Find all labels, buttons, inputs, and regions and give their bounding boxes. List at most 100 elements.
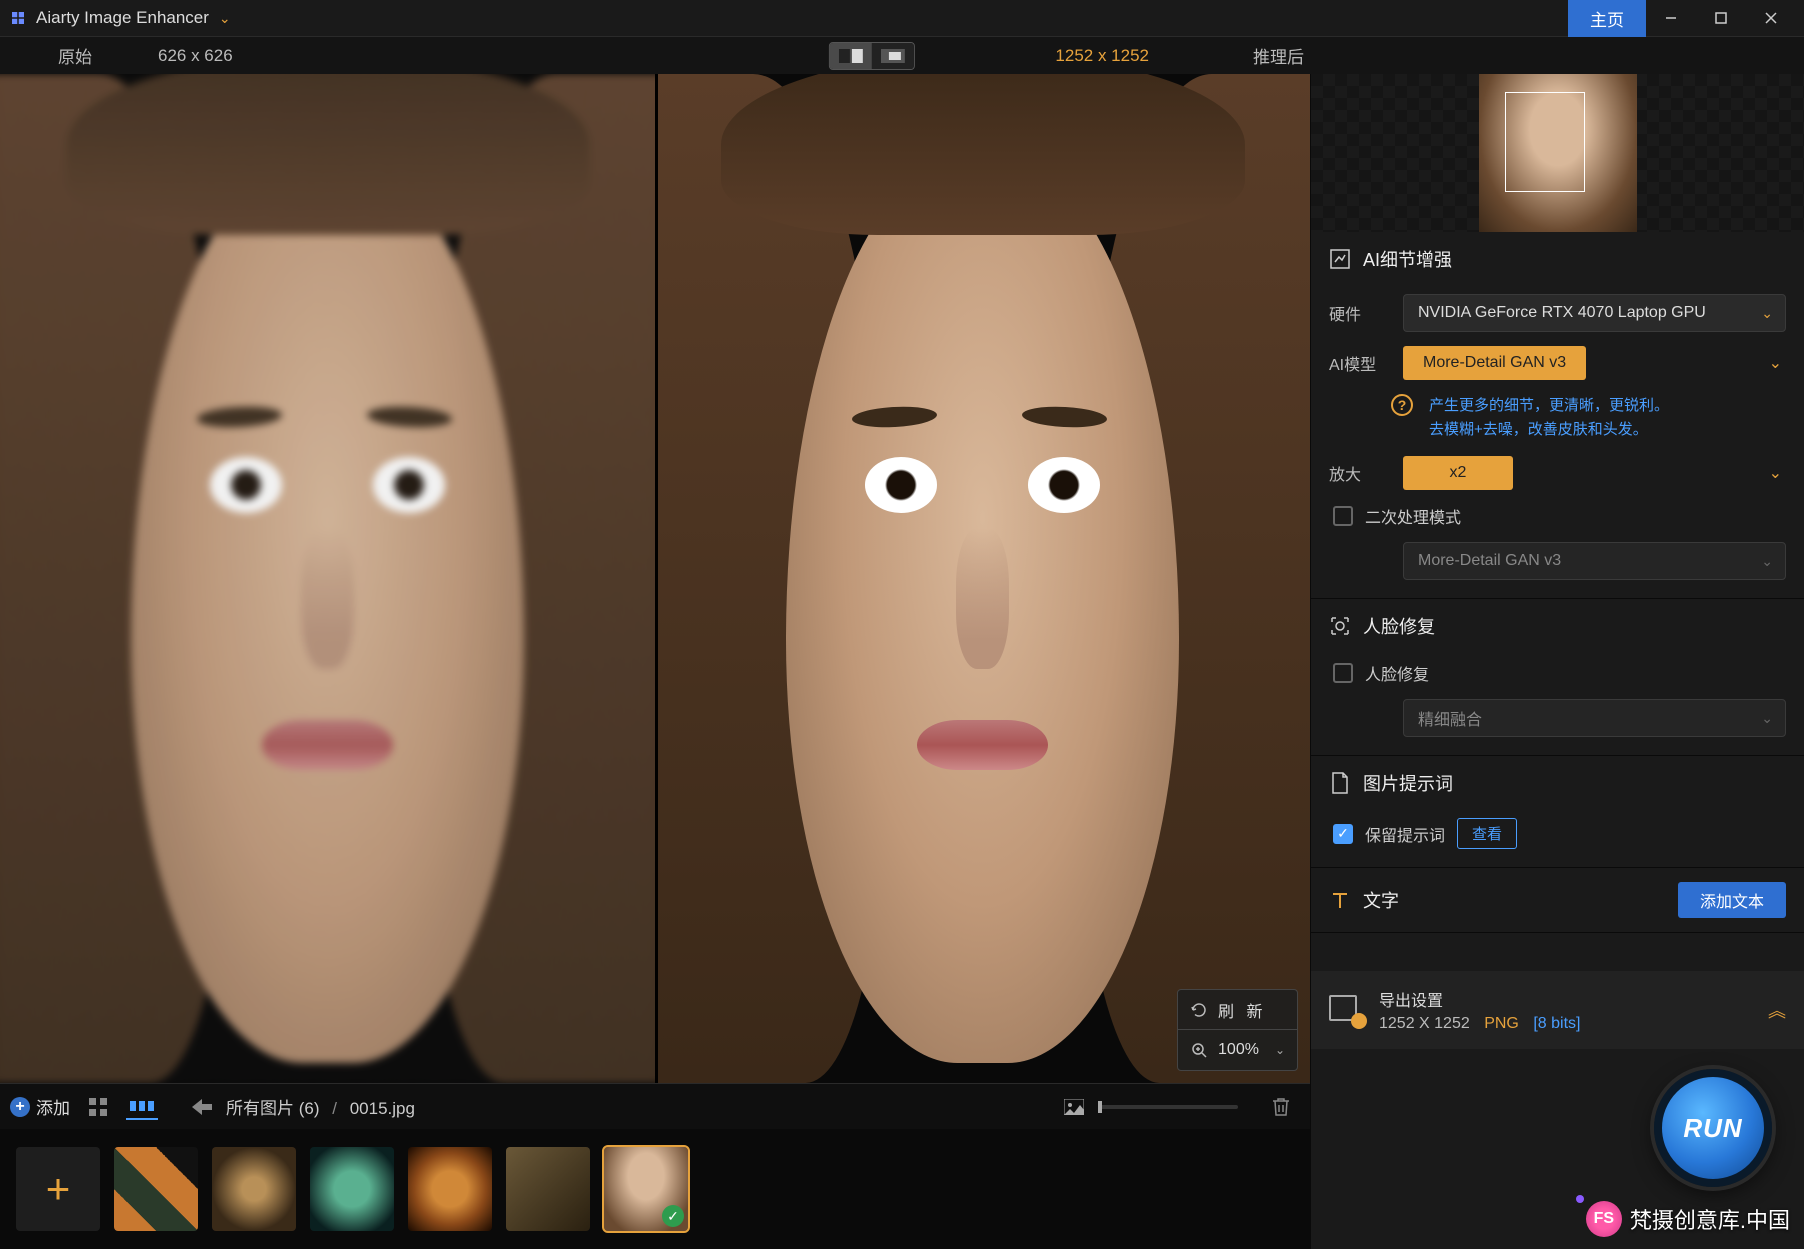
view-mode-toggle	[829, 42, 915, 70]
app-title: Aiarty Image Enhancer	[36, 8, 209, 28]
plus-icon: +	[46, 1165, 71, 1213]
back-icon[interactable]	[192, 1099, 212, 1115]
view-mode-split-icon[interactable]	[830, 43, 872, 69]
result-label: 推理后	[1253, 43, 1304, 68]
breadcrumb: 所有图片 (6) / 0015.jpg	[226, 1094, 415, 1119]
refresh-label: 刷 新	[1218, 998, 1266, 1022]
hardware-select[interactable]: NVIDIA GeForce RTX 4070 Laptop GPU ⌄	[1403, 294, 1786, 332]
secondary-process-checkbox[interactable]	[1333, 506, 1353, 526]
navigator-marquee[interactable]	[1505, 92, 1585, 192]
thumbnail-item[interactable]	[310, 1147, 394, 1231]
face-mode-value: 精细融合	[1418, 706, 1482, 730]
app-menu-caret-icon[interactable]: ⌄	[219, 10, 231, 27]
enhance-icon	[1329, 248, 1351, 270]
text-icon	[1329, 889, 1351, 911]
scale-label: 放大	[1329, 461, 1387, 485]
original-dimensions: 626 x 626	[150, 46, 233, 66]
run-label: RUN	[1683, 1113, 1742, 1144]
filmstrip-bar: + 添加 所有图片 (6) / 0015.jpg	[0, 1083, 1310, 1129]
view-mode-overlay-icon[interactable]	[872, 43, 914, 69]
add-image-button[interactable]: + 添加	[10, 1094, 70, 1119]
watermark-logo-icon: FS	[1586, 1201, 1622, 1237]
minimize-button[interactable]	[1646, 0, 1696, 36]
view-prompt-button[interactable]: 查看	[1457, 818, 1517, 849]
title-bar: Aiarty Image Enhancer ⌄ 主页	[0, 0, 1804, 36]
chevron-down-icon[interactable]: ⌄	[1769, 463, 1782, 483]
image-viewer: 刷 新 100% ⌄ + 添加	[0, 74, 1310, 1249]
face-restore-title: 人脸修复	[1363, 613, 1435, 639]
model-label: AI模型	[1329, 351, 1387, 375]
face-mode-select: 精细融合 ⌄	[1403, 699, 1786, 737]
compare-divider[interactable]	[655, 74, 658, 1083]
add-thumbnail-button[interactable]: +	[16, 1147, 100, 1231]
chevron-down-icon: ⌄	[1761, 305, 1773, 322]
thumbnail-item[interactable]	[114, 1147, 198, 1231]
check-icon: ✓	[662, 1205, 684, 1227]
export-details: 1252 X 1252 PNG [8 bits]	[1379, 1015, 1580, 1033]
grid-view-icon[interactable]	[84, 1093, 112, 1121]
prompt-section: 图片提示词 ✓ 保留提示词 查看	[1311, 756, 1804, 868]
delete-icon[interactable]	[1272, 1097, 1290, 1117]
chevron-down-icon[interactable]: ⌄	[1769, 353, 1782, 373]
zoom-control[interactable]: 100% ⌄	[1178, 1030, 1297, 1070]
original-label: 原始	[0, 43, 150, 68]
model-description: 产生更多的细节，更清晰，更锐利。 去模糊+去噪，改善皮肤和头发。	[1429, 394, 1669, 442]
text-title: 文字	[1363, 887, 1399, 913]
hardware-label: 硬件	[1329, 301, 1387, 325]
breadcrumb-current: 0015.jpg	[350, 1099, 415, 1118]
run-button[interactable]: RUN	[1654, 1069, 1772, 1187]
ai-enhance-section: AI细节增强 硬件 NVIDIA GeForce RTX 4070 Laptop…	[1311, 232, 1804, 599]
close-button[interactable]	[1746, 0, 1796, 36]
plus-circle-icon: +	[10, 1097, 30, 1117]
watermark: FS 梵摄创意库.中国	[1586, 1201, 1790, 1237]
document-icon	[1329, 772, 1351, 794]
viewer-controls: 刷 新 100% ⌄	[1177, 989, 1298, 1071]
export-settings[interactable]: 导出设置 1252 X 1252 PNG [8 bits] ︽	[1311, 971, 1804, 1049]
thumbnail-item[interactable]	[506, 1147, 590, 1231]
secondary-model-value: More-Detail GAN v3	[1418, 552, 1561, 570]
thumbnail-item[interactable]	[408, 1147, 492, 1231]
prompt-title: 图片提示词	[1363, 770, 1453, 796]
thumbnail-item[interactable]	[212, 1147, 296, 1231]
keep-prompt-label: 保留提示词	[1365, 822, 1445, 846]
scale-chip[interactable]: x2	[1403, 456, 1513, 490]
zoom-level: 100%	[1218, 1041, 1259, 1059]
compare-info-bar: 原始 626 x 626 1252 x 1252 推理后	[0, 36, 1804, 74]
refresh-icon	[1190, 1001, 1208, 1019]
thumbnail-strip: + ✓	[0, 1129, 1310, 1249]
keep-prompt-checkbox[interactable]: ✓	[1333, 824, 1353, 844]
hardware-value: NVIDIA GeForce RTX 4070 Laptop GPU	[1418, 304, 1706, 322]
home-button[interactable]: 主页	[1568, 0, 1646, 37]
face-restore-label: 人脸修复	[1365, 661, 1429, 685]
ai-enhance-title: AI细节增强	[1363, 246, 1452, 272]
thumbnail-item-selected[interactable]: ✓	[604, 1147, 688, 1231]
result-dimensions: 1252 x 1252	[1055, 46, 1149, 66]
refresh-button[interactable]: 刷 新	[1178, 990, 1297, 1030]
zoom-caret-icon: ⌄	[1275, 1043, 1285, 1057]
expand-up-icon[interactable]: ︽	[1768, 997, 1786, 1023]
help-icon[interactable]: ?	[1391, 394, 1413, 416]
breadcrumb-count: (6)	[299, 1099, 320, 1118]
settings-panel: AI细节增强 硬件 NVIDIA GeForce RTX 4070 Laptop…	[1310, 74, 1804, 1249]
model-chip[interactable]: More-Detail GAN v3	[1403, 346, 1586, 380]
filmstrip-view-icon[interactable]	[126, 1094, 158, 1120]
add-text-button[interactable]: 添加文本	[1678, 882, 1786, 918]
chevron-down-icon: ⌄	[1761, 710, 1773, 727]
face-restore-section: 人脸修复 人脸修复 精细融合 ⌄	[1311, 599, 1804, 756]
secondary-model-select: More-Detail GAN v3 ⌄	[1403, 542, 1786, 580]
export-icon	[1329, 995, 1363, 1025]
text-section: 文字 添加文本	[1311, 868, 1804, 933]
chevron-down-icon: ⌄	[1761, 553, 1773, 570]
breadcrumb-root[interactable]: 所有图片	[226, 1099, 294, 1118]
export-title: 导出设置	[1379, 987, 1580, 1011]
maximize-button[interactable]	[1696, 0, 1746, 36]
secondary-process-label: 二次处理模式	[1365, 504, 1461, 528]
enhanced-pane[interactable]	[655, 74, 1310, 1083]
navigator[interactable]	[1311, 74, 1804, 232]
face-restore-checkbox[interactable]	[1333, 663, 1353, 683]
original-pane[interactable]	[0, 74, 655, 1083]
thumbnail-size-slider[interactable]	[1098, 1105, 1238, 1109]
zoom-icon	[1190, 1041, 1208, 1059]
compare-view[interactable]: 刷 新 100% ⌄	[0, 74, 1310, 1083]
app-logo-icon	[8, 8, 28, 28]
